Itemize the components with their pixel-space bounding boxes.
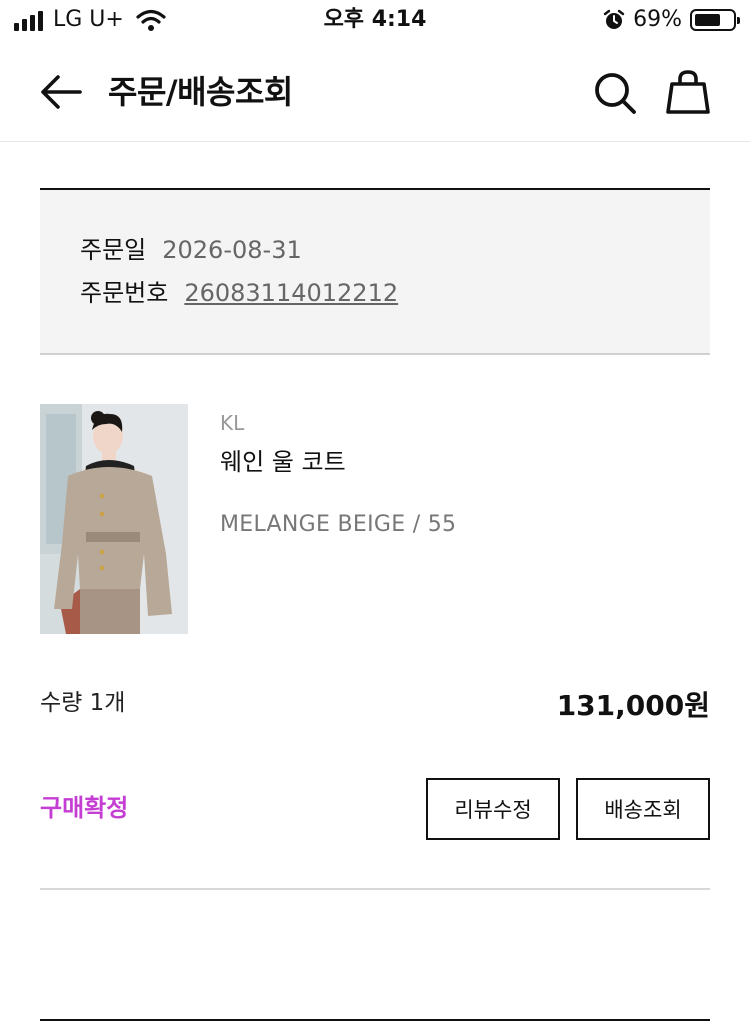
- alarm-icon: [603, 9, 625, 29]
- product-price: 131,000원: [556, 689, 710, 722]
- shopping-bag-icon[interactable]: [664, 68, 712, 116]
- order-info-box: 주문일 2026-08-31 주문번호 26083114012212: [40, 188, 710, 355]
- order-date-row: 주문일 2026-08-31: [80, 233, 302, 267]
- edit-review-button[interactable]: 리뷰수정: [426, 778, 560, 840]
- battery-percent: 69%: [633, 7, 682, 32]
- order-number-row: 주문번호 26083114012212: [80, 276, 398, 310]
- product-quantity: 수량 1개: [40, 690, 126, 716]
- battery-icon: [690, 9, 740, 31]
- order-date-value: 2026-08-31: [162, 236, 302, 264]
- product-image[interactable]: [40, 404, 188, 634]
- arrow-left-icon[interactable]: [38, 72, 84, 112]
- order-tracking-page: LG U+ 오후 4:14 69% 주문/배송조회 주문일 2026-08-31…: [0, 0, 750, 1022]
- section-divider-bottom: [40, 1019, 710, 1021]
- order-number-label: 주문번호: [80, 279, 169, 307]
- battery-fill: [695, 14, 720, 26]
- track-shipping-button[interactable]: 배송조회: [576, 778, 710, 840]
- product-name[interactable]: 웨인 울 코트: [220, 446, 346, 478]
- status-bar: LG U+ 오후 4:14 69%: [0, 0, 750, 42]
- order-date-label: 주문일: [80, 236, 147, 264]
- battery-cap: [737, 17, 740, 24]
- product-option: MELANGE BEIGE / 55: [220, 512, 457, 537]
- app-header: 주문/배송조회: [0, 44, 750, 142]
- search-icon[interactable]: [592, 70, 638, 116]
- order-number-link[interactable]: 26083114012212: [184, 276, 398, 310]
- product-brand[interactable]: KL: [220, 410, 244, 436]
- status-right: 69%: [603, 6, 740, 34]
- page-title: 주문/배송조회: [108, 73, 293, 111]
- order-status-badge: 구매확정: [40, 794, 129, 822]
- section-divider: [40, 888, 710, 890]
